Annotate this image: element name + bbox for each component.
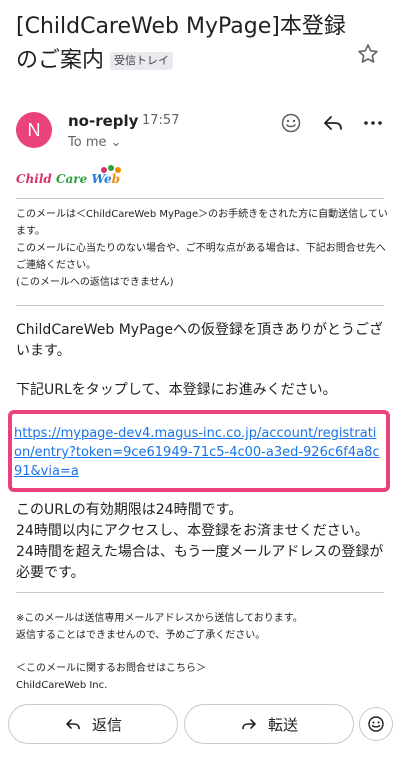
inbox-label[interactable]: 受信トレイ [110,52,174,70]
reply-icon [66,719,80,730]
email-subject: [ChildCareWeb MyPage]本登録のご案内 受信トレイ [16,10,351,78]
emoji-icon [368,716,384,732]
subject-header: [ChildCareWeb MyPage]本登録のご案内 受信トレイ [16,10,351,78]
registration-link[interactable]: https://mypage-dev4.magus-inc.co.jp/acco… [14,424,382,481]
sender-only-notice: ※このメールは送信専用メールアドレスから送信しております。 返信することはできま… [16,613,303,641]
emoji-icon[interactable] [278,110,304,136]
sender-time: 17:57 [142,113,180,128]
divider [16,198,384,199]
chevron-down-icon: ⌄ [110,135,122,150]
sender-name[interactable]: no-reply [68,112,138,130]
logo-mark [101,165,121,173]
sender-row: N no-reply 17:57 To me ⌄ [0,108,400,154]
forward-button[interactable]: 転送 [184,704,354,744]
recipient-toggle[interactable]: To me ⌄ [68,135,122,150]
thanks-text: ChildCareWeb MyPageへの仮登録を頂きありがとうございます。 [16,322,383,359]
emoji-reaction-button[interactable] [359,707,393,741]
recipient-label: To me [68,135,107,150]
more-icon[interactable] [360,110,386,136]
expiry-notice: このURLの有効期限は24時間です。 24時間以内にアクセスし、本登録をお済ませ… [16,502,384,581]
forward-icon [242,719,256,730]
reply-icon[interactable] [320,110,346,136]
divider [16,305,384,306]
auto-notice: このメールは＜ChildCareWeb MyPage＞のお手続きをされた方に自動… [16,209,388,288]
divider [16,592,384,593]
forward-label: 転送 [267,715,298,734]
contact-section: ＜このメールに関するお問合せはこちら＞ ChildCareWeb Inc. [16,663,206,691]
reply-button[interactable]: 返信 [8,704,178,744]
action-bar: 返信 転送 [0,700,400,762]
avatar[interactable]: N [16,112,52,148]
reply-label: 返信 [91,715,122,734]
company-logo: Child Care Web [16,165,121,186]
subject-text: [ChildCareWeb MyPage]本登録のご案内 [16,14,346,73]
star-icon[interactable] [356,42,380,66]
instruction-text: 下記URLをタップして、本登録にお進みください。 [16,382,337,398]
